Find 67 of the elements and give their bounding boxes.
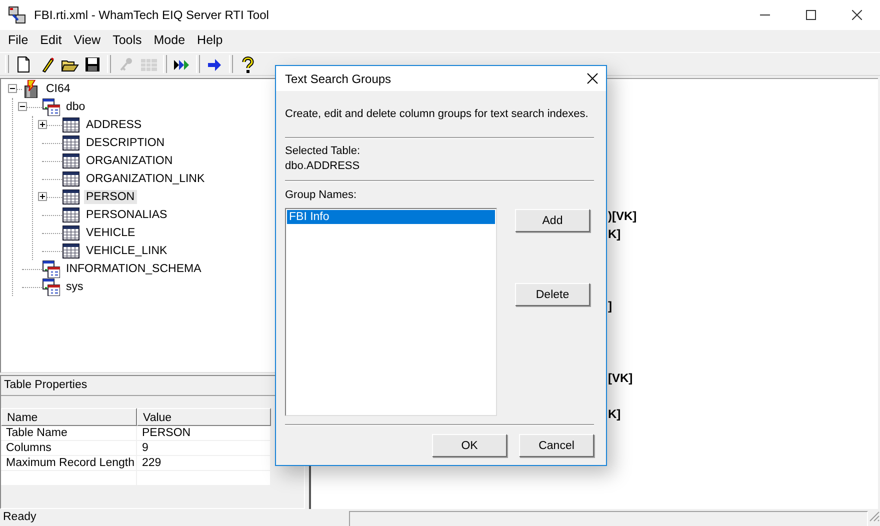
table-icon (62, 116, 80, 134)
collapse-icon[interactable] (8, 84, 17, 93)
tree-item[interactable]: ADDRESS (84, 118, 144, 132)
schema-icon (42, 98, 60, 116)
action-button[interactable]: Delete (515, 283, 590, 306)
dialog-button[interactable]: OK (432, 434, 507, 457)
group-list[interactable]: FBI Info (285, 208, 497, 416)
tree-item[interactable]: PERSONALIAS (84, 208, 170, 222)
field-label: Selected Table: (285, 144, 362, 159)
database-icon (22, 80, 40, 98)
table-cell: 229 (137, 456, 271, 470)
table-icon (62, 134, 80, 152)
table-cell: Maximum Record Length (1, 456, 137, 470)
code-line: [VK] (608, 371, 633, 385)
tree-item[interactable]: sys (64, 280, 86, 294)
status-text: Ready (2, 510, 38, 525)
description-text: Create, edit and delete column groups for text search indexes. (285, 107, 590, 122)
dialog-button[interactable]: Cancel (519, 434, 594, 457)
new-file-icon[interactable] (14, 56, 32, 72)
schema-icon (42, 278, 60, 296)
menu-item[interactable]: Tools (106, 33, 148, 47)
table-cell: Columns (1, 441, 137, 455)
code-line: K] (608, 407, 621, 421)
expand-icon[interactable] (38, 120, 47, 129)
tree-item[interactable]: INFORMATION_SCHEMA (64, 262, 204, 276)
close-icon (586, 73, 598, 84)
table-icon (62, 188, 80, 206)
app-icon (8, 6, 26, 24)
tree-item[interactable]: PERSON (84, 190, 137, 204)
code-line: K] (608, 227, 621, 241)
table-icon (62, 152, 80, 170)
code-line: )[VK] (608, 209, 637, 223)
tree-item[interactable]: VEHICLE (84, 226, 138, 240)
menu-item[interactable]: View (68, 33, 107, 47)
list-item[interactable]: FBI Info (287, 210, 495, 224)
field-label: Group Names: (285, 188, 358, 203)
tree-item[interactable]: DESCRIPTION (84, 136, 167, 150)
action-button[interactable]: Add (515, 209, 590, 232)
menu-item[interactable]: Help (191, 33, 229, 47)
column-header[interactable]: Value (137, 408, 271, 426)
tree-item[interactable]: VEHICLE_LINK (84, 244, 170, 258)
collapse-icon[interactable] (18, 102, 27, 111)
menu-item[interactable]: Mode (148, 33, 192, 47)
table-icon (62, 242, 80, 260)
schema-icon (42, 260, 60, 278)
close-icon (852, 10, 862, 20)
table-cell: 9 (137, 441, 271, 455)
column-header[interactable]: Name (1, 408, 137, 426)
dialog-title: Text Search Groups (285, 72, 392, 86)
tree-item[interactable]: ORGANIZATION (84, 154, 175, 168)
tree-item[interactable]: ORGANIZATION_LINK (84, 172, 207, 186)
table-icon (62, 170, 80, 188)
table-cell: Table Name (1, 426, 137, 440)
maximize-icon (806, 10, 816, 20)
selected-table-text: dbo.ADDRESS (285, 159, 361, 174)
tree-item[interactable]: CI64 (44, 82, 72, 96)
table-icon (62, 224, 80, 242)
resize-grip[interactable] (868, 509, 880, 523)
code-line: ] (608, 299, 612, 313)
tree-item[interactable]: dbo (64, 100, 88, 114)
expand-icon[interactable] (38, 192, 47, 201)
table-cell: PERSON (137, 426, 271, 440)
menu-item[interactable]: Edit (34, 33, 68, 47)
window-title: FBI.rti.xml - WhamTech EIQ Server RTI Tool (34, 8, 269, 22)
table-icon (62, 206, 80, 224)
save-icon[interactable] (84, 56, 102, 72)
menu-item[interactable]: File (2, 33, 34, 47)
